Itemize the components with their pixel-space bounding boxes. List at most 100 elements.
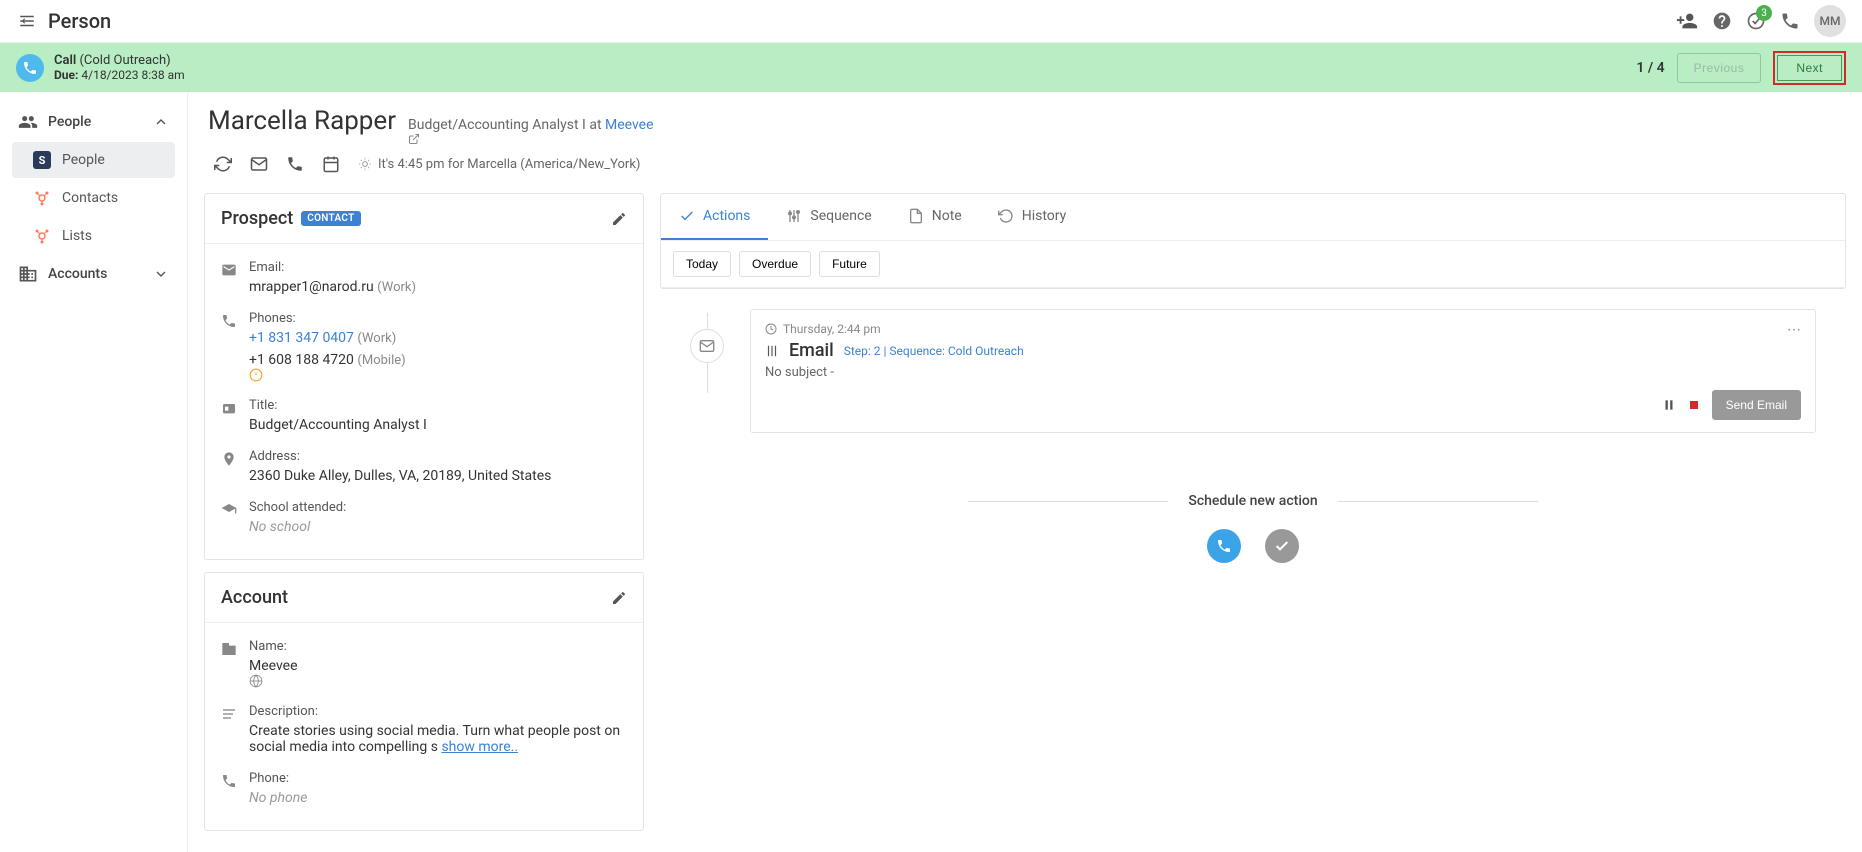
next-button-highlight: Next [1773, 51, 1846, 85]
account-phone-label: Phone: [249, 771, 627, 786]
chevron-up-icon [153, 114, 169, 130]
due-label: Due: [54, 68, 78, 82]
title-value: Budget/Accounting Analyst I [249, 417, 627, 433]
phone2-value: +1 608 188 4720 [249, 352, 354, 368]
filter-today[interactable]: Today [673, 251, 731, 277]
sync-icon[interactable] [214, 155, 232, 173]
edit-icon[interactable] [611, 211, 627, 227]
desc-value: Create stories using social media. Turn … [249, 723, 620, 755]
schedule-task-button[interactable] [1265, 529, 1299, 563]
show-more-link[interactable]: show more.. [441, 739, 518, 755]
filter-future[interactable]: Future [819, 251, 880, 277]
sidebar-people-label: People [48, 114, 91, 130]
sidebar-group-accounts[interactable]: Accounts [8, 256, 179, 292]
previous-button[interactable]: Previous [1677, 53, 1762, 83]
account-title: Account [221, 587, 288, 608]
calendar-icon[interactable] [322, 155, 340, 173]
banner-context: (Cold Outreach) [79, 53, 170, 68]
description-icon [221, 706, 239, 722]
action-time: Thursday, 2:44 pm [783, 322, 881, 336]
local-time: It's 4:45 pm for Marcella (America/New_Y… [358, 157, 640, 172]
due-date: 4/18/2023 8:38 am [81, 68, 184, 82]
phone-icon[interactable] [1780, 11, 1800, 31]
action-item: ⋯ Thursday, 2:44 pm Email Step: 2 | Sequ… [750, 309, 1816, 433]
task-counter: 1 / 4 [1636, 60, 1664, 76]
sequence-icon [765, 344, 779, 358]
chevron-down-icon [153, 266, 169, 282]
title-label: Title: [249, 398, 627, 413]
sidebar-group-people[interactable]: People [8, 104, 179, 140]
phone-icon[interactable] [286, 155, 304, 173]
pause-icon[interactable] [1662, 398, 1676, 412]
sidebar-accounts-label: Accounts [48, 266, 107, 282]
address-label: Address: [249, 449, 627, 464]
salesloft-icon: S [32, 150, 52, 170]
schedule-title: Schedule new action [1168, 493, 1337, 509]
more-icon[interactable]: ⋯ [1787, 322, 1801, 338]
external-link-icon[interactable] [408, 133, 660, 145]
activity-card: Actions Sequence Note History [660, 193, 1846, 289]
phone-icon [221, 773, 239, 789]
tab-history[interactable]: History [980, 194, 1085, 240]
location-icon [221, 451, 239, 467]
tasks-icon[interactable]: 3 [1746, 11, 1766, 31]
globe-icon[interactable] [249, 674, 627, 688]
task-banner: Call (Cold Outreach) Due: 4/18/2023 8:38… [0, 43, 1862, 92]
phone1-value[interactable]: +1 831 347 0407 [249, 330, 354, 346]
school-label: School attended: [249, 500, 627, 515]
account-name-value: Meevee [249, 658, 298, 674]
sidebar-lists-label: Lists [62, 228, 92, 244]
sidebar-item-people[interactable]: S People [12, 142, 175, 178]
warning-icon [249, 368, 627, 382]
phone-icon [221, 313, 239, 329]
page-title: Person [48, 9, 111, 33]
banner-title: Call [54, 53, 76, 68]
email-label: Email: [249, 260, 627, 275]
help-icon[interactable] [1712, 11, 1732, 31]
hubspot-icon [32, 188, 52, 208]
contact-badge: CONTACT [301, 211, 360, 226]
school-value: No school [249, 519, 310, 535]
building-icon [221, 641, 239, 657]
account-name-label: Name: [249, 639, 627, 654]
sidebar-item-lists[interactable]: Lists [12, 218, 175, 254]
schedule-call-button[interactable] [1207, 529, 1241, 563]
next-button[interactable]: Next [1777, 55, 1842, 81]
tasks-badge: 3 [1756, 5, 1772, 21]
tab-sequence[interactable]: Sequence [768, 194, 889, 240]
action-title: Email [789, 340, 834, 361]
sidebar-people-item-label: People [62, 152, 105, 168]
account-card: Account Name: Meevee [204, 572, 644, 831]
phone1-meta: (Work) [357, 331, 396, 346]
company-link[interactable]: Meevee [605, 117, 654, 133]
user-avatar[interactable]: MM [1814, 5, 1846, 37]
sidebar-contacts-label: Contacts [62, 190, 118, 206]
email-icon [221, 262, 239, 278]
filter-overdue[interactable]: Overdue [739, 251, 811, 277]
phone2-meta: (Mobile) [357, 353, 405, 368]
svg-text:S: S [39, 154, 46, 167]
phones-label: Phones: [249, 311, 627, 326]
account-phone-value: No phone [249, 790, 307, 806]
school-icon [221, 502, 239, 518]
sidebar-item-contacts[interactable]: Contacts [12, 180, 175, 216]
add-person-icon[interactable] [1676, 10, 1698, 32]
email-meta: (Work) [377, 280, 416, 295]
tab-actions[interactable]: Actions [661, 194, 768, 240]
send-email-button[interactable]: Send Email [1712, 390, 1801, 420]
action-step[interactable]: Step: 2 | Sequence: Cold Outreach [844, 344, 1024, 358]
email-value: mrapper1@narod.ru [249, 279, 374, 295]
tab-note[interactable]: Note [890, 194, 980, 240]
address-value: 2360 Duke Alley, Dulles, VA, 20189, Unit… [249, 468, 627, 484]
desc-label: Description: [249, 704, 627, 719]
person-role: Budget/Accounting Analyst I at Meevee [408, 117, 660, 145]
menu-collapse-icon[interactable] [16, 12, 38, 30]
prospect-title: Prospect [221, 208, 293, 229]
stop-icon[interactable] [1688, 399, 1700, 411]
edit-icon[interactable] [611, 590, 627, 606]
email-icon[interactable] [250, 155, 268, 173]
prospect-card: Prospect CONTACT Email: mrapper1@narod.r… [204, 193, 644, 560]
timeline-email-icon [690, 329, 724, 363]
action-subject: No subject - [765, 365, 1801, 380]
badge-icon [221, 400, 239, 416]
